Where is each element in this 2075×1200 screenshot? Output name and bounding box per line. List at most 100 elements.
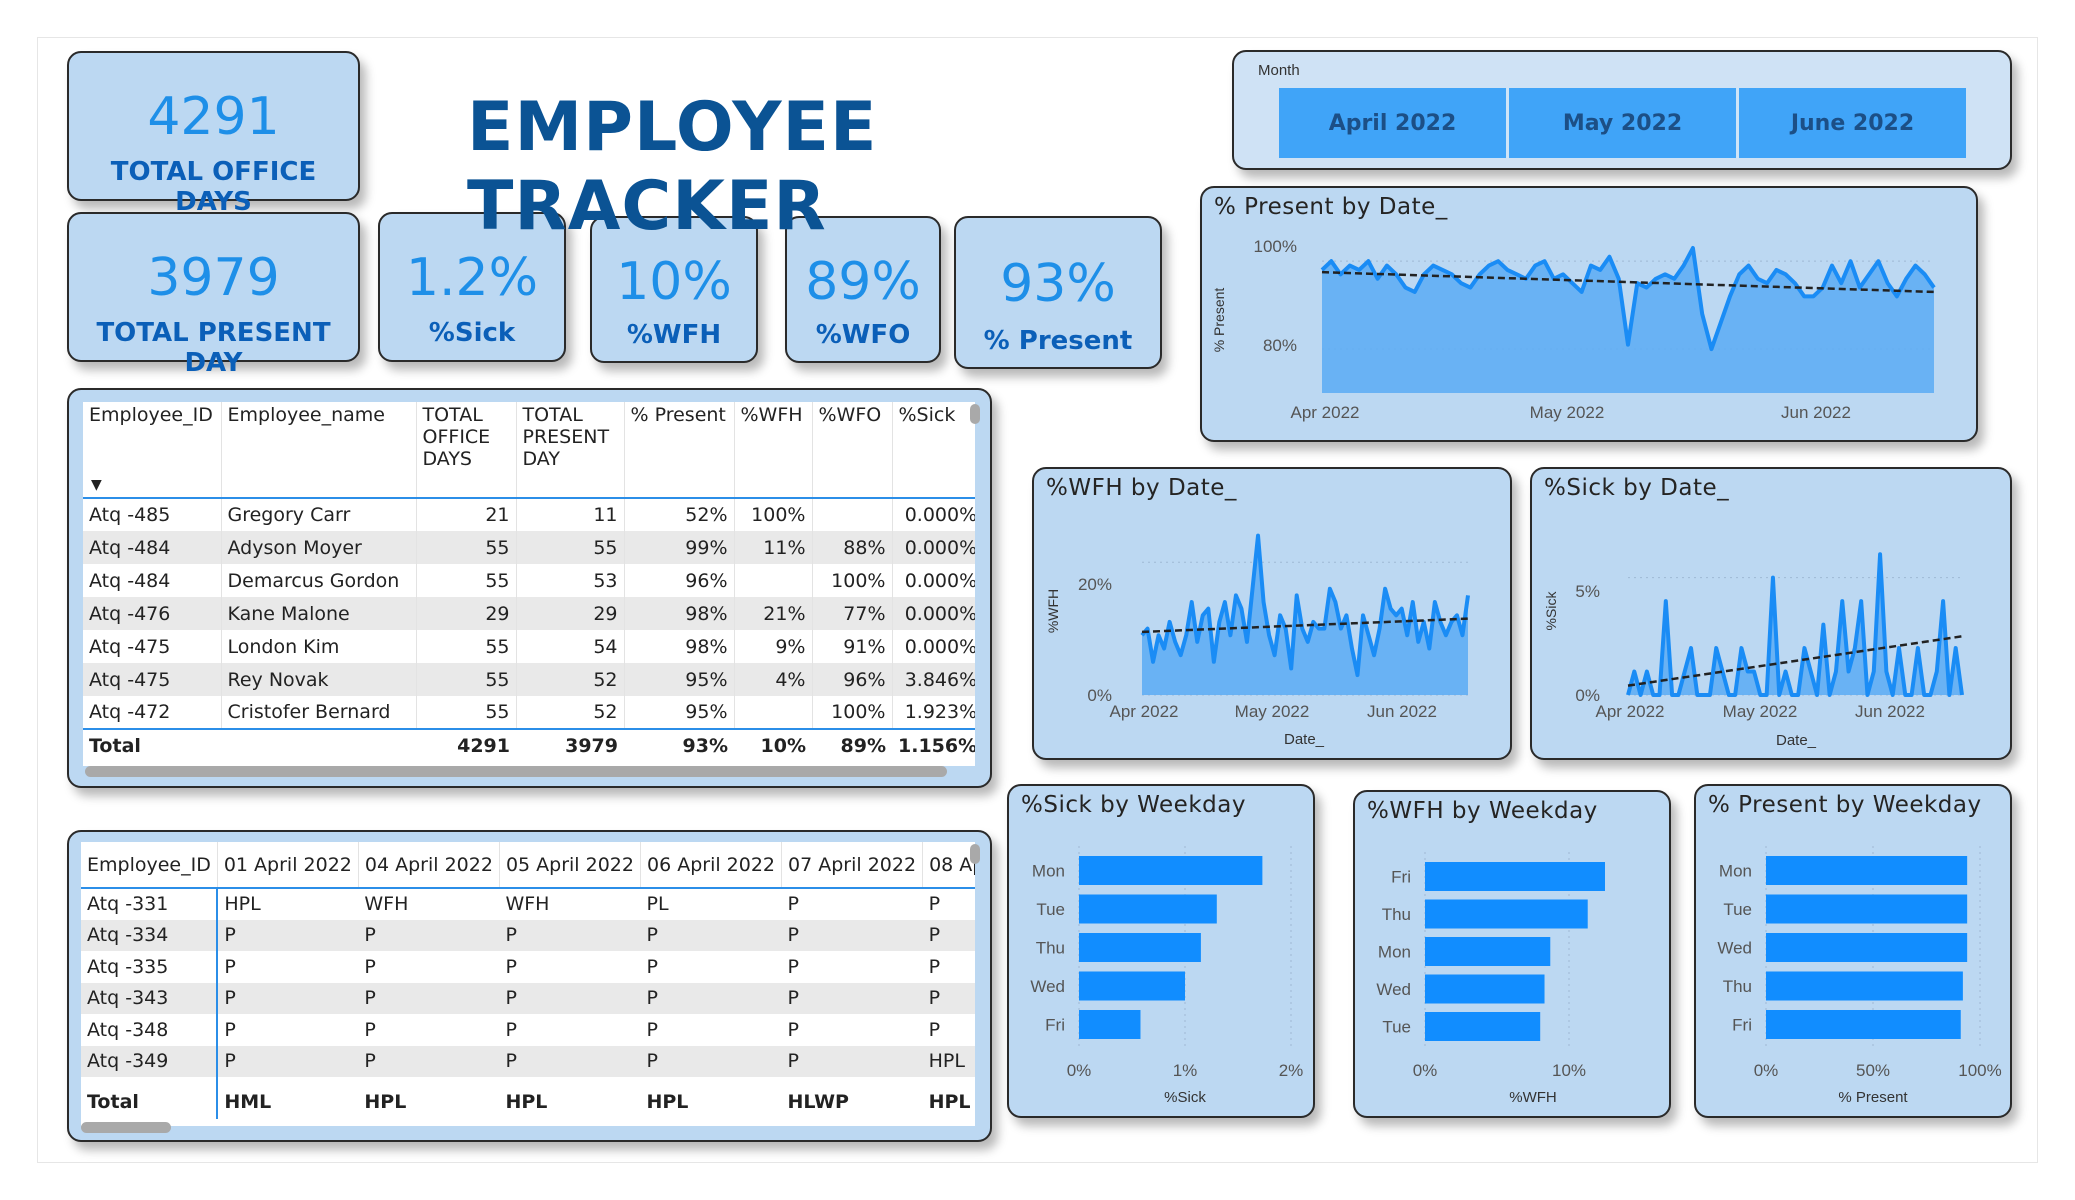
x-axis-title: %Sick: [1164, 1089, 1206, 1106]
total-cell: HPL: [640, 1085, 782, 1119]
column-header-text: DAYS: [422, 448, 473, 470]
kpi-card-total-office-days[interactable]: 4291 TOTAL OFFICE DAYS: [67, 51, 360, 217]
area-fill: [1322, 248, 1934, 393]
kpi-card-total-present-day[interactable]: 3979 TOTAL PRESENT DAY: [67, 212, 360, 378]
table-row[interactable]: Atq -476 Kane Malone 29 29 98% 21% 77% 0.000%: [83, 597, 975, 630]
kpi-label-wfo: %WFO: [815, 320, 911, 350]
table-cell: P: [787, 1050, 799, 1073]
table-row[interactable]: Atq -335 P P P P P P: [81, 951, 975, 983]
column-header[interactable]: 07 April 2022: [781, 842, 923, 889]
x-tick-label: 10%: [1552, 1061, 1586, 1080]
table-cell: Atq -475: [89, 635, 171, 658]
table-row[interactable]: Atq -350PPPPPP: [81, 1077, 975, 1085]
table-row[interactable]: Atq -484 Adyson Moyer 55 55 99% 11% 88% 0.000%: [83, 531, 975, 564]
table-cell: Rey Novak: [220, 663, 416, 696]
x-axis-title: % Present: [1838, 1089, 1908, 1106]
wfh-by-date-chart[interactable]: 20% 0%Apr 2022 May 2022 Jun 2022 %WFH Date_: [1034, 469, 1510, 758]
attendance-table[interactable]: Employee_ID 01 April 2022 04 April 2022 05 …: [81, 842, 975, 1119]
table-cell: 98%: [623, 597, 734, 630]
column-header[interactable]: 05 April 2022: [498, 842, 641, 889]
column-header[interactable]: 01 April 2022: [216, 842, 359, 889]
table-cell: P: [216, 1045, 359, 1077]
table-row[interactable]: Atq -331 HPL WFH WFH PL P P: [81, 888, 975, 920]
y-tick-label: 100%: [1254, 237, 1297, 256]
table-cell: 91%: [811, 630, 892, 663]
column-header[interactable]: Employee_name: [220, 402, 416, 499]
table-row[interactable]: Atq -475 Rey Novak 55 52 95% 4% 96% 3.846%: [83, 663, 975, 696]
attendance-table-horizontal-scrollbar[interactable]: [81, 1122, 171, 1133]
bar: [1425, 974, 1545, 1004]
summary-table-horizontal-scrollbar[interactable]: [85, 766, 947, 777]
summary-table[interactable]: Employee_ID ▼ Employee_name TOTAL OFFICE DAYS…: [83, 402, 975, 762]
column-header[interactable]: % Present: [623, 402, 734, 499]
sick-by-date-card: %Sick by Date_ 5% 0% Apr 2022 May 2022 Jun 2…: [1530, 467, 2012, 760]
column-header[interactable]: %Sick: [891, 402, 975, 499]
sick-by-weekday-chart[interactable]: Mon Tue Thu Wed Fri 0% 1% 2% %Sick: [1009, 786, 1313, 1116]
column-header[interactable]: 08 April 2022: [922, 842, 975, 889]
bar: [1766, 971, 1963, 1001]
wfh-by-weekday-chart[interactable]: Fri Thu Mon Wed Tue 0% 10% %WFH: [1355, 792, 1669, 1116]
table-cell: 3.846%: [891, 663, 975, 696]
table-cell: 55: [415, 564, 516, 597]
table-cell: 55: [515, 531, 624, 564]
x-axis-title: Date_: [1284, 731, 1325, 748]
present-by-weekday-card: % Present by Weekday Mon Tue Wed Thu Fri 0% 50…: [1694, 784, 2012, 1118]
category-label: Wed: [1717, 939, 1752, 958]
attendance-table-vertical-scrollbar[interactable]: [970, 844, 980, 864]
table-cell: 55: [415, 630, 516, 663]
bar: [1766, 933, 1968, 962]
column-header[interactable]: Employee_ID ▼: [83, 402, 221, 499]
table-row[interactable]: Atq -334 P P P P P P: [81, 919, 975, 951]
area-fill: [1628, 554, 1962, 695]
total-cell: Total: [81, 1085, 218, 1119]
column-header[interactable]: %WFH: [733, 402, 812, 499]
present-by-weekday-chart[interactable]: Mon Tue Wed Thu Fri 0% 50% 100% % Present: [1696, 786, 2010, 1116]
kpi-value-wfh: 10%: [616, 252, 732, 312]
bar: [1079, 971, 1185, 1001]
present-by-date-chart[interactable]: 100% 80% Apr 2022 May 2022 Jun 2022 % Present: [1202, 188, 1976, 440]
summary-table-vertical-scrollbar[interactable]: [970, 404, 980, 424]
table-row[interactable]: Atq -349 P P P P P HPL: [81, 1045, 975, 1077]
table-row[interactable]: Atq -472 Cristofer Bernard 55 52 95% 100% 1.92…: [83, 696, 975, 729]
table-cell: P: [787, 924, 799, 947]
table-cell: 53: [515, 564, 624, 597]
table-cell: 0.000%: [891, 597, 975, 630]
total-cell: 10%: [734, 728, 812, 762]
slicer-option-june-2022[interactable]: June 2022: [1739, 88, 1966, 158]
table-cell: P: [216, 951, 359, 983]
table-cell: Atq -476: [89, 602, 171, 625]
table-cell: 29: [415, 597, 516, 630]
slicer-option-april-2022[interactable]: April 2022: [1279, 88, 1509, 158]
column-header[interactable]: 04 April 2022: [357, 842, 500, 889]
table-row[interactable]: Atq -475 London Kim 55 54 98% 9% 91% 0.000%: [83, 630, 975, 663]
y-tick-label: 0%: [1087, 686, 1112, 705]
x-tick-label: 0%: [1754, 1061, 1779, 1080]
table-cell: 100%: [811, 564, 892, 597]
sick-by-date-chart[interactable]: 5%0%Apr 2022 May 2022 Jun 2022%SickDate_: [1532, 469, 2010, 758]
x-tick-label: May 2022: [1723, 702, 1798, 721]
slicer-option-may-2022[interactable]: May 2022: [1509, 88, 1739, 158]
attendance-header-row: Employee_ID 01 April 2022 04 April 2022 05 …: [81, 842, 975, 889]
total-row: Total HML HPL HPL HPL HLWP HPL: [81, 1085, 975, 1119]
column-header[interactable]: Employee_ID: [81, 842, 218, 889]
table-cell: 9%: [733, 630, 812, 663]
column-header[interactable]: TOTAL OFFICE DAYS: [415, 402, 516, 499]
attendance-table-viewport: Employee_ID 01 April 2022 04 April 2022 05 …: [81, 842, 975, 1126]
table-cell: P: [646, 1018, 658, 1041]
column-header[interactable]: TOTAL PRESENT DAY: [515, 402, 624, 499]
table-row[interactable]: Atq -343 P P P P P P: [81, 982, 975, 1014]
table-cell: Demarcus Gordon: [220, 564, 416, 597]
total-cell: 93%: [624, 728, 734, 762]
table-row[interactable]: Atq -484 Demarcus Gordon 55 53 96% 100% 0.000%: [83, 564, 975, 597]
table-row[interactable]: Atq -485 Gregory Carr 21 11 52% 100% 0.000%: [83, 498, 975, 531]
column-header[interactable]: 06 April 2022: [639, 842, 782, 889]
x-tick-label: Jun 2022: [1855, 702, 1925, 721]
total-cell: 3979: [516, 728, 624, 762]
table-cell: 0.000%: [891, 531, 975, 564]
table-row[interactable]: Atq -348 P P P P P P: [81, 1014, 975, 1046]
sort-descending-icon[interactable]: ▼: [91, 477, 102, 493]
bar: [1079, 894, 1217, 924]
column-header[interactable]: %WFO: [811, 402, 892, 499]
y-axis-title: %Sick: [1543, 591, 1559, 631]
table-cell: 55: [415, 696, 516, 729]
